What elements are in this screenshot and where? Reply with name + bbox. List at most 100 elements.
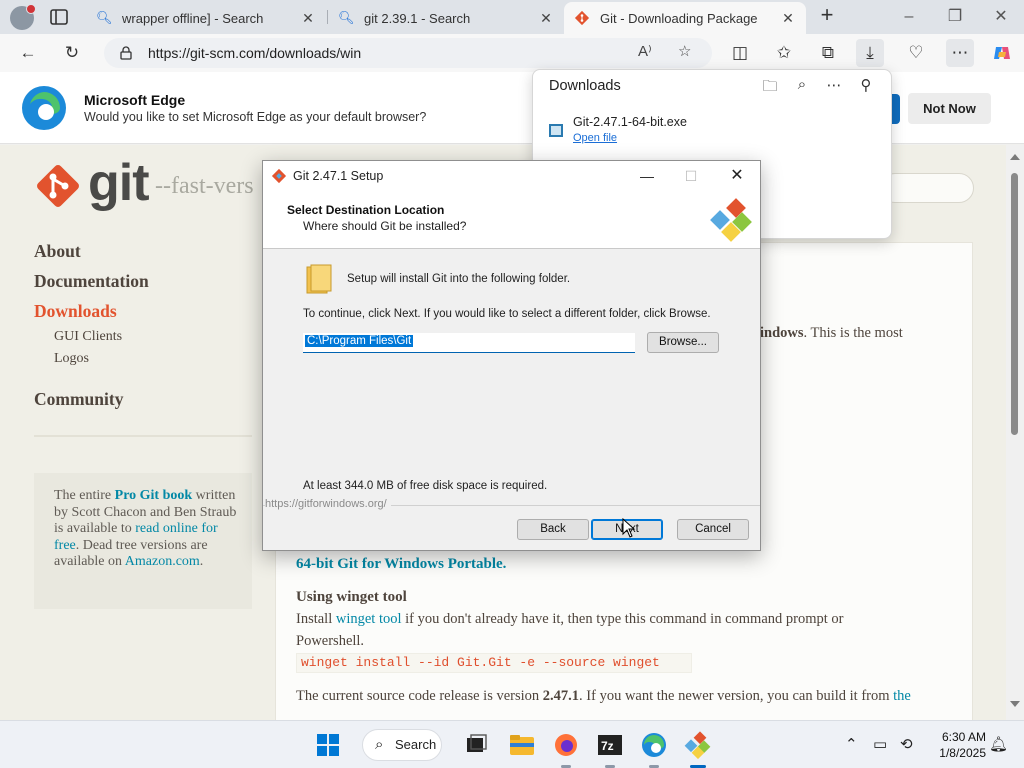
book-text-part: .	[199, 554, 204, 569]
destination-path-input[interactable]: C:\Program Files\Git	[303, 333, 635, 353]
gitforwindows-url[interactable]: https://gitforwindows.org/	[265, 498, 391, 510]
copilot-icon[interactable]	[988, 39, 1016, 67]
downloads-title: Downloads	[549, 78, 621, 94]
winget-tool-link[interactable]: winget tool	[336, 611, 402, 627]
setup-header: Select Destination Location Where should…	[263, 191, 760, 249]
edge-taskbar-icon[interactable]	[640, 731, 668, 759]
close-tab-icon[interactable]: ✕	[300, 10, 316, 27]
network-icon[interactable]: ▭	[873, 735, 887, 753]
subnav-logos[interactable]: Logos	[54, 351, 89, 367]
nav-about[interactable]: About	[34, 241, 81, 262]
taskbar-clock[interactable]: 6:30 AM 1/8/2025	[928, 729, 986, 761]
exe-file-icon	[549, 124, 563, 137]
firefox-icon[interactable]	[552, 731, 580, 759]
download-file-name[interactable]: Git-2.47.1-64-bit.exe	[573, 115, 687, 129]
lock-icon[interactable]	[118, 45, 134, 61]
nav-downloads[interactable]: Downloads	[34, 301, 117, 322]
task-view-icon[interactable]	[462, 731, 490, 759]
browse-button[interactable]: Browse...	[647, 332, 719, 353]
continue-instructions: To continue, click Next. If you would li…	[303, 308, 711, 320]
start-windows-icon[interactable]	[314, 731, 342, 759]
git-logo-icon[interactable]	[34, 162, 82, 210]
back-button[interactable]: Back	[517, 519, 589, 540]
minimize-icon[interactable]: –	[886, 4, 932, 30]
pro-git-book-link[interactable]: Pro Git book	[115, 488, 193, 503]
release-text: The current source code release is versi…	[296, 688, 911, 705]
close-tab-icon[interactable]: ✕	[780, 10, 796, 27]
7zip-icon[interactable]: 7z	[596, 731, 624, 759]
edge-logo-icon	[22, 86, 66, 130]
setup-titlebar[interactable]: Git 2.47.1 Setup — ☐ ✕	[263, 161, 760, 191]
new-tab-button[interactable]: +	[815, 4, 839, 28]
setup-header-title: Select Destination Location	[287, 203, 445, 217]
open-file-link[interactable]: Open file	[573, 132, 617, 144]
site-search-input[interactable]	[880, 173, 974, 203]
profile-avatar[interactable]	[10, 4, 36, 30]
release-post: . If you want the newer version, you can…	[579, 688, 894, 704]
refresh-icon[interactable]: ↻	[58, 39, 86, 67]
tab-git-download[interactable]: Git - Downloading Package ✕	[564, 2, 806, 34]
destination-path-value: C:\Program Files\Git	[305, 335, 414, 347]
more-options-icon[interactable]: ⋯	[823, 76, 845, 98]
amazon-link[interactable]: Amazon.com	[125, 554, 200, 569]
favorite-star-icon[interactable]: ☆	[678, 42, 691, 60]
taskbar-search-label: Search	[395, 737, 437, 752]
search-icon: ⌕	[375, 736, 384, 753]
release-pre: The current source code release is versi…	[296, 688, 543, 704]
downloads-icon[interactable]: ⤓	[856, 39, 884, 67]
scroll-down-icon[interactable]	[1010, 701, 1020, 707]
restore-icon[interactable]: ❐	[932, 4, 978, 30]
split-screen-icon[interactable]: ◫	[726, 39, 754, 67]
browser-essentials-icon[interactable]: ♡	[902, 39, 930, 67]
git-setup-icon	[271, 168, 287, 184]
show-hidden-icons-icon[interactable]: ⌃	[845, 735, 858, 753]
tab-actions-icon[interactable]	[48, 7, 70, 27]
winget-install-text: Install winget tool if you don't already…	[296, 611, 843, 628]
release-version: 2.47.1	[542, 688, 580, 704]
pin-icon[interactable]: ⚲	[855, 76, 877, 98]
taskbar-search[interactable]: ⌕ Search	[362, 729, 442, 761]
setup-title: Git 2.47.1 Setup	[293, 169, 384, 183]
close-window-icon[interactable]: ✕	[978, 4, 1024, 30]
tab-wrapper-search[interactable]: 🔍︎ wrapper offline] - Search ✕	[86, 2, 326, 34]
favorites-icon[interactable]: ✩	[770, 39, 798, 67]
notifications-bell-icon[interactable]: 🔔︎	[989, 735, 1008, 753]
git-icon	[574, 10, 590, 26]
portable-download-link[interactable]: 64-bit Git for Windows Portable.	[296, 556, 506, 573]
setup-minimize-icon[interactable]: —	[625, 163, 669, 189]
git-setup-taskbar-icon[interactable]	[684, 731, 712, 759]
setup-close-icon[interactable]: ✕	[715, 163, 759, 189]
sidebar-divider	[34, 435, 252, 437]
not-now-button[interactable]: Not Now	[908, 93, 991, 124]
scroll-thumb[interactable]	[1011, 173, 1018, 435]
clock-time: 6:30 AM	[941, 730, 986, 744]
sync-status-icon[interactable]: ⟲	[900, 735, 913, 753]
search-downloads-icon[interactable]: ⌕	[791, 76, 813, 98]
nav-community[interactable]: Community	[34, 389, 123, 410]
page-scrollbar[interactable]	[1006, 145, 1024, 720]
close-tab-icon[interactable]: ✕	[538, 10, 554, 27]
read-aloud-icon[interactable]: A⁾	[638, 42, 652, 60]
winget-heading: Using winget tool	[296, 589, 407, 605]
file-explorer-icon[interactable]	[508, 731, 536, 759]
open-folder-icon[interactable]: 🗀	[759, 76, 781, 98]
setup-header-subtitle: Where should Git be installed?	[303, 219, 467, 233]
tab-git-search[interactable]: 🔍︎ git 2.39.1 - Search ✕	[328, 2, 564, 34]
build-link[interactable]: the	[893, 688, 911, 704]
url-text[interactable]: https://git-scm.com/downloads/win	[148, 45, 361, 61]
address-bar[interactable]: https://git-scm.com/downloads/win A⁾ ☆	[104, 38, 712, 68]
more-menu-icon[interactable]: ⋯	[946, 39, 974, 67]
browser-tab-strip: 🔍︎ wrapper offline] - Search ✕ 🔍︎ git 2.…	[0, 0, 1024, 34]
nav-documentation[interactable]: Documentation	[34, 271, 149, 292]
pro-git-book-text: The entire Pro Git book written by Scott…	[54, 488, 244, 571]
scroll-up-icon[interactable]	[1010, 154, 1020, 160]
back-icon[interactable]: ←	[14, 39, 42, 67]
infobar-message: Would you like to set Microsoft Edge as …	[84, 110, 427, 124]
git-wordmark[interactable]: git	[88, 153, 150, 213]
collections-icon[interactable]: ⧉	[814, 39, 842, 67]
git-tagline: --fast-vers	[155, 173, 254, 199]
tab-label: wrapper offline] - Search	[122, 10, 264, 26]
winget-command-code[interactable]: winget install --id Git.Git -e --source …	[296, 653, 692, 673]
cancel-button[interactable]: Cancel	[677, 519, 749, 540]
subnav-gui-clients[interactable]: GUI Clients	[54, 329, 122, 345]
